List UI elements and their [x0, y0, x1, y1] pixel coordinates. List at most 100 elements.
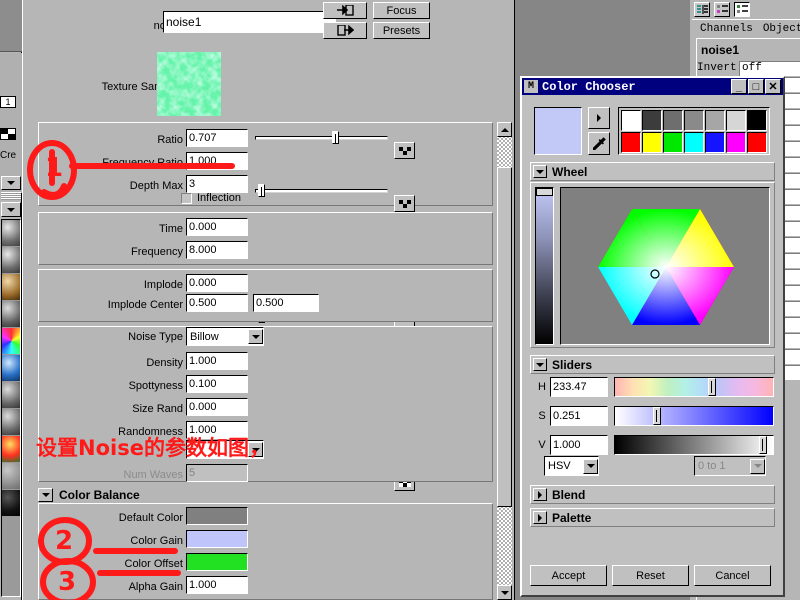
ratio-input[interactable]: 0.707 [186, 129, 248, 147]
color-chooser-titlebar[interactable]: M Color Chooser _ □ ✕ [522, 78, 783, 95]
blend-section-header[interactable]: Blend [530, 485, 775, 504]
default-color-swatch[interactable] [186, 507, 248, 525]
value-slider[interactable] [535, 187, 554, 345]
palette-swatch-color-2[interactable] [663, 132, 683, 153]
scrollbar-thumb[interactable] [497, 167, 512, 507]
ratio-slider[interactable] [255, 131, 388, 144]
tab-object[interactable]: Object [763, 23, 800, 35]
maximize-button[interactable]: □ [748, 79, 764, 94]
hsv-h-input[interactable]: 233.47 [550, 377, 608, 397]
material-swatch[interactable] [2, 328, 20, 355]
depth-max-input[interactable]: 3 [186, 175, 248, 193]
material-swatch[interactable] [2, 463, 20, 490]
eyedropper-button[interactable] [588, 132, 610, 155]
palette-swatch-neutral-4[interactable] [705, 110, 725, 131]
channel-value[interactable]: off [739, 60, 800, 76]
color-wheel[interactable] [560, 187, 770, 345]
implode-center-x-input[interactable]: 0.500 [186, 294, 248, 312]
material-swatch[interactable] [2, 490, 20, 517]
randomness-input[interactable]: 1.000 [186, 421, 248, 439]
material-swatch[interactable] [2, 274, 20, 301]
texture-sample-preview[interactable] [157, 52, 221, 116]
hsv-v-thumb[interactable] [759, 436, 767, 454]
palette-swatch-neutral-2[interactable] [663, 110, 683, 131]
scroll-up-button[interactable] [497, 122, 512, 137]
palette-swatch-neutral-0[interactable] [621, 110, 641, 131]
palette-swatch-neutral-3[interactable] [684, 110, 704, 131]
color-palette-grid[interactable] [618, 107, 770, 155]
sliders-section-header[interactable]: Sliders [530, 355, 775, 374]
focus-button[interactable]: Focus [373, 2, 430, 19]
channel-row[interactable]: Invert off [697, 60, 800, 76]
scroll-down-button[interactable] [497, 585, 512, 600]
material-swatch[interactable] [2, 301, 20, 328]
presets-button[interactable]: Presets [373, 22, 430, 39]
swatch-list-dropdown[interactable] [1, 202, 21, 217]
palette-swatch-color-6[interactable] [747, 132, 767, 153]
hsv-h-thumb[interactable] [708, 378, 716, 396]
implode-input[interactable]: 0.000 [186, 274, 248, 292]
shelf-tab-label[interactable]: 1 [0, 96, 16, 108]
spottyness-input[interactable]: 0.100 [186, 375, 248, 393]
palette-swatch-color-1[interactable] [642, 132, 662, 153]
palette-section-header[interactable]: Palette [530, 508, 775, 527]
attribute-view-icon[interactable] [714, 1, 730, 17]
chevron-down-icon[interactable] [248, 442, 263, 457]
blend-expand-toggle[interactable] [533, 488, 547, 501]
color-balance-collapse-toggle[interactable] [38, 487, 53, 502]
attribute-editor-scrollbar[interactable] [497, 122, 512, 600]
palette-swatch-neutral-1[interactable] [642, 110, 662, 131]
density-input[interactable]: 1.000 [186, 352, 248, 370]
apply-color-button[interactable] [588, 107, 610, 129]
frequency-ratio-slider[interactable] [255, 184, 388, 197]
palette-swatch-color-4[interactable] [705, 132, 725, 153]
outliner-view-icon[interactable] [694, 1, 710, 17]
material-swatch[interactable] [2, 220, 20, 247]
sliders-collapse-toggle[interactable] [533, 358, 547, 371]
color-mode-dropdown[interactable]: HSV [544, 456, 599, 476]
material-swatch[interactable] [2, 355, 20, 382]
hsv-s-thumb[interactable] [652, 407, 661, 425]
load-attributes-button[interactable] [323, 2, 367, 19]
color-offset-swatch[interactable] [186, 553, 248, 571]
palette-swatch-color-3[interactable] [684, 132, 704, 153]
wheel-section-header[interactable]: Wheel [530, 162, 775, 181]
collapse-arrow-button[interactable] [1, 176, 21, 190]
material-swatch[interactable] [2, 409, 20, 436]
falloff-dropdown[interactable] [186, 440, 264, 459]
noise-type-dropdown[interactable]: Billow [186, 327, 264, 346]
slider-thumb[interactable] [257, 184, 265, 197]
accept-button[interactable]: Accept [530, 565, 607, 586]
hsv-v-slider[interactable] [614, 435, 774, 455]
color-balance-header[interactable]: Color Balance [38, 486, 493, 503]
palette-swatch-color-5[interactable] [726, 132, 746, 153]
chevron-down-icon[interactable] [583, 458, 598, 474]
palette-swatch-neutral-5[interactable] [726, 110, 746, 131]
slider-thumb[interactable] [332, 131, 340, 144]
current-color-swatch[interactable] [534, 107, 582, 155]
color-chooser-dialog[interactable]: M Color Chooser _ □ ✕ Wheel Sliders H 23… [520, 76, 785, 597]
channel-view-icon[interactable] [734, 1, 750, 17]
save-attributes-button[interactable] [323, 22, 367, 39]
hsv-v-input[interactable]: 1.000 [550, 435, 608, 455]
frequency-ratio-map-button[interactable] [394, 195, 415, 212]
hsv-s-slider[interactable] [614, 406, 774, 426]
wheel-collapse-toggle[interactable] [533, 165, 547, 178]
material-swatch-list[interactable] [1, 219, 21, 597]
time-input[interactable]: 0.000 [186, 218, 248, 236]
channel-box-tabs[interactable]: Channels Object [692, 19, 800, 37]
tab-channels[interactable]: Channels [700, 23, 753, 35]
implode-center-y-input[interactable]: 0.500 [253, 294, 319, 312]
palette-swatch-neutral-6[interactable] [747, 110, 767, 131]
hsv-s-input[interactable]: 0.251 [550, 406, 608, 426]
material-swatch[interactable] [2, 382, 20, 409]
map-thumbnail-icon[interactable] [0, 128, 16, 140]
drag-handle[interactable] [1, 192, 21, 200]
ratio-map-button[interactable] [394, 142, 415, 159]
hsv-h-slider[interactable] [614, 377, 774, 397]
palette-swatch-color-0[interactable] [621, 132, 641, 153]
close-button[interactable]: ✕ [765, 79, 781, 94]
material-swatch[interactable] [2, 247, 20, 274]
palette-expand-toggle[interactable] [533, 511, 547, 524]
color-gain-swatch[interactable] [186, 530, 248, 548]
